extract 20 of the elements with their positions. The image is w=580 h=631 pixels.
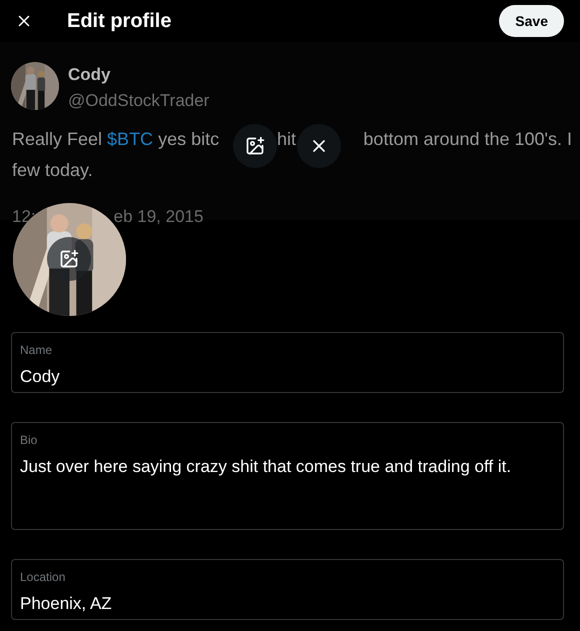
text-field[interactable]: Location Phoenix, AZ: [11, 559, 564, 620]
field-value: Cody: [20, 366, 61, 388]
remove-photo-button[interactable]: [297, 124, 341, 168]
tweet-text: few today.: [12, 160, 93, 180]
field-label: Bio: [20, 432, 38, 449]
field-label: Location: [20, 569, 66, 586]
field-value: Phoenix, AZ: [20, 593, 113, 615]
field-value: Just over here saying crazy shit that comes true and trading off it.: [20, 456, 512, 478]
author-name: Cody: [68, 64, 112, 86]
add-photo-button[interactable]: [233, 124, 277, 168]
dialog-title: Edit profile: [67, 9, 172, 34]
tweet-text: bottom around the 100's. I: [363, 128, 572, 150]
tweet-text: hit: [277, 128, 296, 150]
field-label: Name: [20, 342, 54, 359]
save-button[interactable]: Save: [499, 5, 564, 37]
text-field[interactable]: Bio Just over here saying crazy shit that comes true and trading off it.: [11, 422, 564, 530]
author-handle: @OddStockTrader: [68, 90, 210, 112]
tweet-text: Really Feel $BTC yes bitc: [12, 128, 220, 151]
text-field[interactable]: Name Cody: [11, 332, 564, 393]
tweet-date: eb 19, 2015: [114, 206, 204, 228]
